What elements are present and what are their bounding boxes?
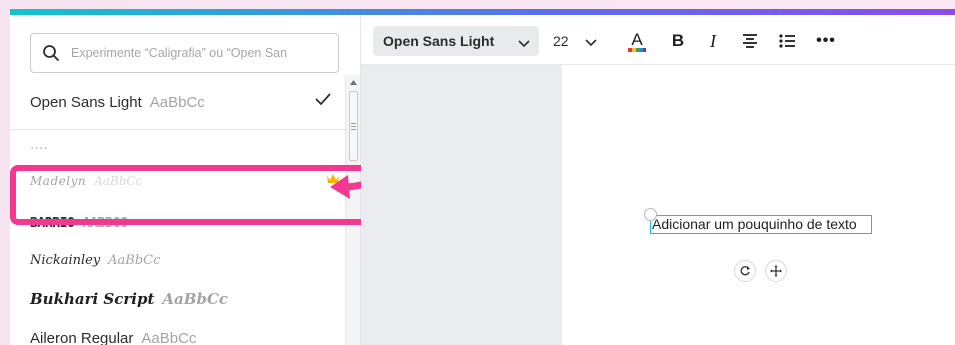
list-icon xyxy=(779,34,795,48)
font-item-aileron-regular[interactable]: Aileron Regular AaBbCc xyxy=(30,327,340,345)
font-item-name: Aileron Regular xyxy=(30,329,134,345)
text-toolbar: Open Sans Light 22 A B I ••• xyxy=(361,15,955,65)
font-family-dropdown[interactable]: Open Sans Light xyxy=(373,26,539,56)
font-search-input[interactable] xyxy=(71,46,331,60)
chevron-down-icon xyxy=(585,34,597,50)
move-button[interactable] xyxy=(765,260,787,282)
text-color-icon: A xyxy=(628,30,646,52)
chevron-down-icon xyxy=(518,35,530,51)
grip-line xyxy=(351,126,356,127)
align-center-icon xyxy=(743,34,757,48)
canvas-workspace: Adicionar um pouquinho de texto xyxy=(361,65,955,345)
design-page[interactable]: Adicionar um pouquinho de texto xyxy=(562,65,955,345)
font-item-open-sans-light[interactable]: Open Sans Light AaBbCc xyxy=(30,89,340,115)
bold-button[interactable]: B xyxy=(666,27,690,55)
text-color-button[interactable]: A xyxy=(624,27,650,55)
font-item-sample: AaBbCc xyxy=(149,93,205,111)
scroll-up-arrow-icon[interactable] xyxy=(346,75,360,89)
highlight-box xyxy=(10,165,381,225)
grip-line xyxy=(351,129,356,130)
resize-handle[interactable] xyxy=(644,208,657,221)
rotate-icon xyxy=(740,266,750,276)
font-item-sample: AaBbCc xyxy=(108,252,161,268)
font-size-dropdown[interactable]: 22 xyxy=(553,26,597,56)
font-item-partial: .... xyxy=(30,137,48,153)
font-item-sample: AaBbCc xyxy=(162,290,229,308)
italic-button[interactable]: I xyxy=(701,27,725,55)
rotate-button[interactable] xyxy=(734,260,756,282)
more-options-button[interactable]: ••• xyxy=(813,27,839,55)
align-button[interactable] xyxy=(738,27,762,55)
editor-app: Open Sans Light AaBbCc .... Madelyn AaBb… xyxy=(10,15,955,345)
canvas-text-box[interactable]: Adicionar um pouquinho de texto xyxy=(650,215,872,234)
font-search-box[interactable] xyxy=(30,33,339,73)
font-family-value: Open Sans Light xyxy=(383,33,495,49)
font-item-sample: AaBbCc xyxy=(141,329,197,345)
check-icon xyxy=(314,92,332,110)
svg-text:A: A xyxy=(631,30,643,49)
grip-line xyxy=(351,123,356,124)
font-item-bukhari-script[interactable]: Bukhari Script AaBbCc xyxy=(30,287,340,311)
font-item-name: Open Sans Light xyxy=(30,93,142,111)
font-item-name: Nickainley xyxy=(30,252,101,268)
divider xyxy=(10,129,345,130)
font-size-value: 22 xyxy=(553,33,569,49)
search-icon xyxy=(31,34,71,72)
font-item-name: Bukhari Script xyxy=(30,290,155,308)
move-icon xyxy=(770,265,782,277)
list-button[interactable] xyxy=(775,27,799,55)
font-item-nickainley[interactable]: Nickainley AaBbCc xyxy=(30,249,340,271)
